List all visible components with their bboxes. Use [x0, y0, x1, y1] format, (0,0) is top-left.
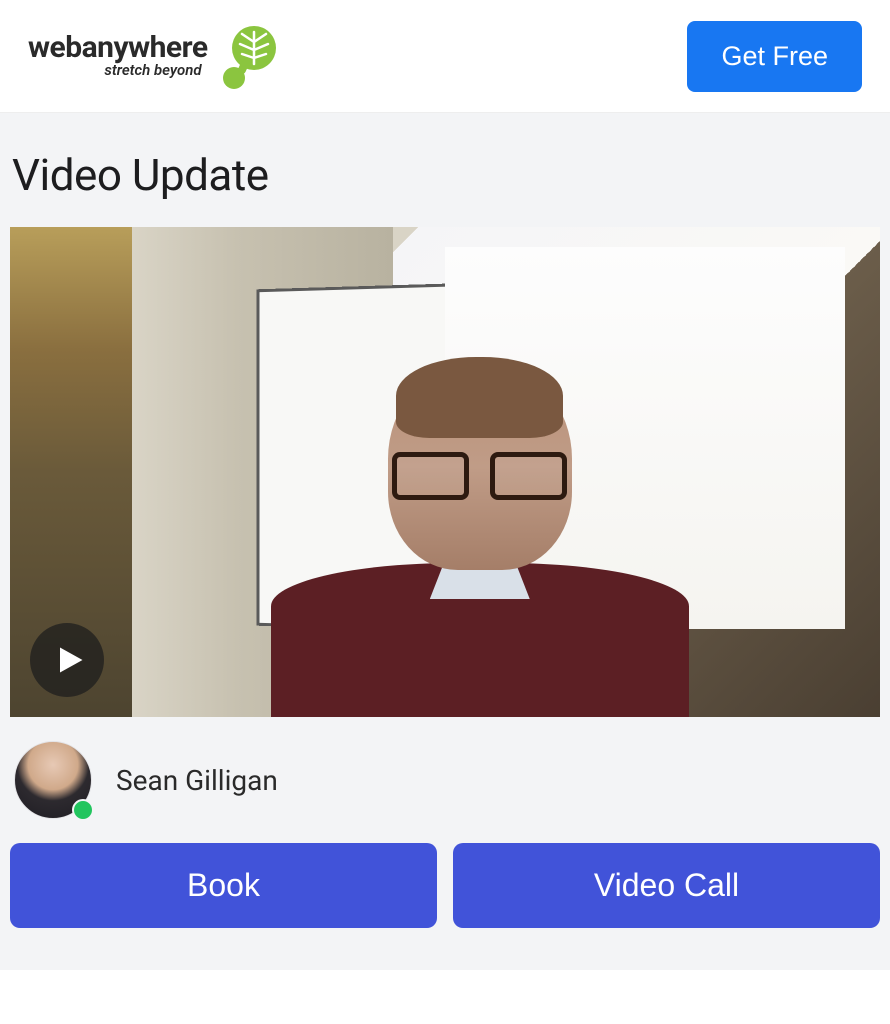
author-row: Sean Gilligan: [10, 717, 880, 837]
logo[interactable]: webanywhere stretch beyond: [28, 20, 284, 92]
video-player[interactable]: [10, 227, 880, 717]
logo-brand: webanywhere: [28, 33, 208, 63]
page-title: Video Update: [12, 149, 880, 201]
action-row: Book Video Call: [10, 837, 880, 950]
play-button[interactable]: [30, 623, 104, 697]
avatar-wrap[interactable]: [14, 741, 92, 819]
play-icon: [55, 645, 85, 675]
logo-text-block: webanywhere stretch beyond: [28, 33, 208, 79]
book-button[interactable]: Book: [10, 843, 437, 928]
author-name: Sean Gilligan: [116, 764, 278, 797]
video-thumbnail: [10, 227, 880, 717]
presence-indicator: [72, 799, 94, 821]
get-free-button[interactable]: Get Free: [687, 21, 862, 92]
header: webanywhere stretch beyond Get Free: [0, 0, 890, 113]
content: Video Update Sean Gilligan Book: [0, 113, 890, 970]
leaf-icon: [212, 20, 284, 92]
video-call-button[interactable]: Video Call: [453, 843, 880, 928]
